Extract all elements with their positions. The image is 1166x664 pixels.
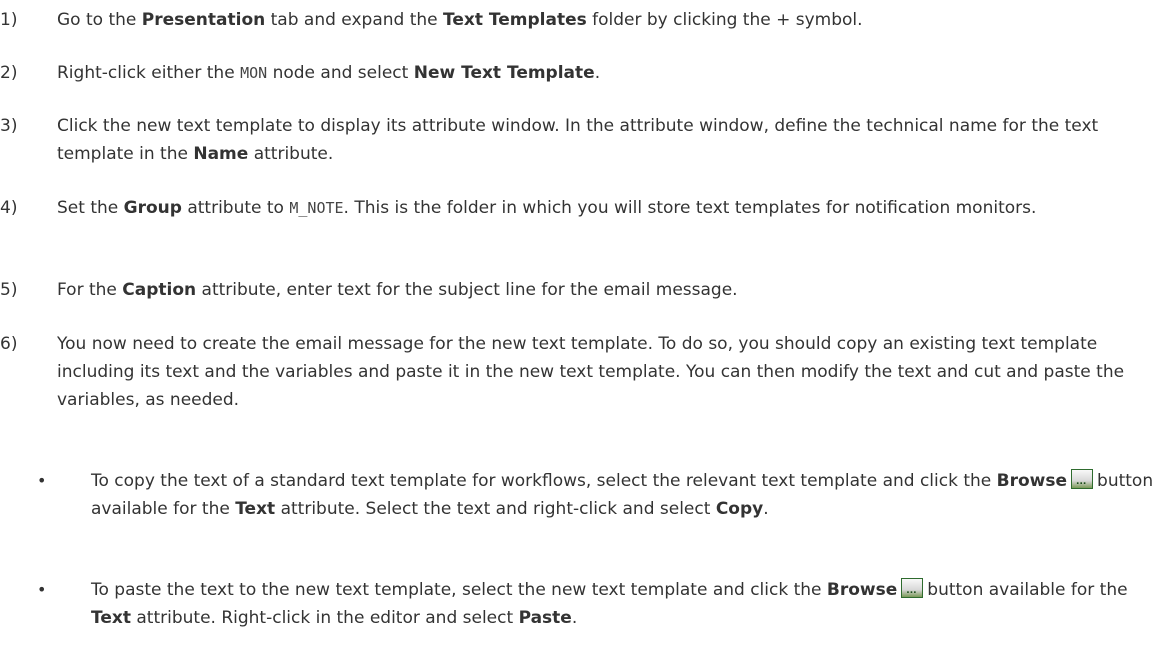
step-number: 4) bbox=[0, 198, 18, 218]
browse-icon bbox=[901, 578, 924, 598]
text-run: . bbox=[763, 499, 769, 519]
bullet-icon: • bbox=[37, 471, 47, 490]
text-run: node and select bbox=[267, 63, 414, 83]
browse-icon bbox=[1071, 469, 1094, 489]
instruction-document: 1) Go to the Presentation tab and expand… bbox=[0, 0, 1166, 664]
bullet-paste: • To paste the text to the new text temp… bbox=[37, 576, 1157, 632]
text-run: You now need to create the email message… bbox=[57, 334, 1125, 410]
step-number: 5) bbox=[0, 280, 18, 300]
step-2: 2) Right-click either the MON node and s… bbox=[0, 59, 1160, 87]
bold-term: Copy bbox=[715, 499, 764, 519]
code-term: MON bbox=[240, 64, 268, 82]
step-number: 2) bbox=[0, 63, 18, 83]
bold-term: New Text Template bbox=[413, 63, 595, 83]
text-run: attribute. Right-click in the editor and… bbox=[130, 608, 519, 628]
bullet-icon: • bbox=[37, 580, 47, 599]
text-run: Right-click either the bbox=[57, 63, 241, 83]
step-6: 6) You now need to create the email mess… bbox=[0, 330, 1160, 414]
step-number: 1) bbox=[0, 10, 18, 30]
step-number: 3) bbox=[0, 116, 18, 136]
bold-term: Browse bbox=[996, 471, 1068, 491]
step-number: 6) bbox=[0, 334, 18, 354]
text-run: To paste the text to the new text templa… bbox=[91, 580, 827, 600]
text-run: folder by clicking the + symbol. bbox=[586, 10, 863, 30]
step-5: 5) For the Caption attribute, enter text… bbox=[0, 276, 1160, 304]
text-run: tab and expand the bbox=[265, 10, 444, 30]
bold-term: Group bbox=[123, 198, 182, 218]
text-run: Go to the bbox=[57, 10, 142, 30]
bold-term: Browse bbox=[826, 580, 898, 600]
bold-term: Text Templates bbox=[443, 10, 587, 30]
bullet-text: To copy the text of a standard text temp… bbox=[91, 467, 1157, 523]
text-run: . This is the folder in which you will s… bbox=[343, 198, 1037, 218]
bullet-text: To paste the text to the new text templa… bbox=[91, 576, 1157, 632]
text-run: . bbox=[571, 608, 578, 628]
step-text: You now need to create the email message… bbox=[57, 330, 1157, 414]
step-text: For the Caption attribute, enter text fo… bbox=[57, 276, 1157, 304]
step-text: Click the new text template to display i… bbox=[57, 112, 1137, 168]
bold-term: Text bbox=[235, 499, 276, 519]
text-run: attribute, enter text for the subject li… bbox=[196, 280, 738, 300]
text-run: . bbox=[594, 63, 601, 83]
text-run: button available for the bbox=[927, 580, 1128, 600]
bold-term: Name bbox=[193, 144, 249, 164]
step-3: 3) Click the new text template to displa… bbox=[0, 112, 1160, 168]
step-1: 1) Go to the Presentation tab and expand… bbox=[0, 6, 1160, 34]
text-run: For the bbox=[57, 280, 123, 300]
step-4: 4) Set the Group attribute to M_NOTE. Th… bbox=[0, 194, 1160, 222]
step-text: Right-click either the MON node and sele… bbox=[57, 59, 1157, 87]
text-run: attribute. bbox=[248, 144, 334, 164]
bold-term: Presentation bbox=[141, 10, 266, 30]
step-text: Set the Group attribute to M_NOTE. This … bbox=[57, 194, 1117, 222]
bold-term: Caption bbox=[122, 280, 197, 300]
text-run: To copy the text of a standard text temp… bbox=[91, 471, 997, 491]
text-run: Set the bbox=[57, 198, 124, 218]
bold-term: Text bbox=[91, 608, 131, 628]
text-run: attribute to bbox=[181, 198, 290, 218]
bold-term: Paste bbox=[518, 608, 572, 628]
text-run: attribute. Select the text and right-cli… bbox=[275, 499, 716, 519]
bullet-copy: • To copy the text of a standard text te… bbox=[37, 467, 1157, 523]
code-term: M_NOTE bbox=[289, 199, 344, 217]
step-text: Go to the Presentation tab and expand th… bbox=[57, 6, 1157, 34]
